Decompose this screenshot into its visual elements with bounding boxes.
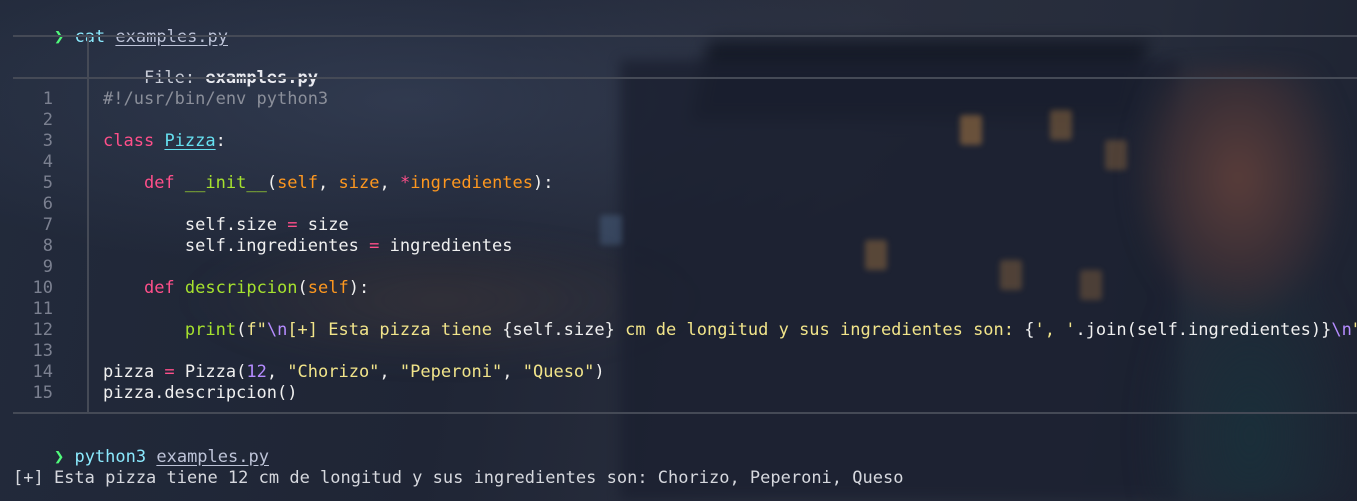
assign-operator: =	[277, 215, 308, 235]
line-number: 6	[42, 194, 53, 214]
paren: ):	[348, 278, 370, 298]
paren: (	[236, 320, 247, 340]
assign-value: size	[307, 215, 349, 235]
string-separator: ', '	[1034, 320, 1076, 340]
star-operator: *	[399, 173, 411, 193]
keyword-def: def	[143, 173, 175, 193]
param-self: self	[277, 173, 319, 193]
assign-value: ingredientes	[389, 236, 513, 256]
fstring-expr: .join(self.ingredientes)}	[1075, 320, 1332, 340]
line-number: 9	[42, 257, 53, 277]
line-number: 13	[32, 341, 53, 361]
code-line-14: pizza = Pizza(12, "Chorizo", "Peperoni",…	[103, 362, 605, 383]
assign-target: pizza	[103, 362, 155, 382]
colon: :	[215, 131, 226, 151]
code-line-3: class Pizza:	[103, 131, 226, 152]
string-literal: "Queso"	[522, 362, 595, 382]
escape-newline: \n	[266, 320, 288, 340]
line-number: 7	[42, 215, 53, 235]
line-number: 1	[42, 89, 53, 109]
line-number: 4	[42, 152, 53, 172]
frame-bottom-border	[13, 412, 1357, 414]
code-line-7: self.size = size	[103, 215, 349, 236]
function-name: __init__	[184, 173, 267, 193]
assign-operator: =	[154, 362, 185, 382]
string-part: [+] Esta pizza tiene	[287, 320, 503, 340]
sep: ,	[318, 173, 339, 193]
keyword-def: def	[143, 278, 175, 298]
prompt-line-python: ❯ python3 examples.py	[13, 426, 269, 467]
line-number: 5	[42, 173, 53, 193]
program-output: [+] Esta pizza tiene 12 cm de longitud y…	[13, 468, 904, 488]
terminal-window[interactable]: ❯ cat examples.py File: examples.py 1 2 …	[0, 0, 1357, 501]
param-self: self	[307, 278, 349, 298]
prompt-line-cat: ❯ cat examples.py	[13, 6, 228, 47]
file-path-link[interactable]: examples.py	[156, 447, 269, 467]
paren: ):	[533, 173, 554, 193]
frame-gutter-divider-header	[87, 36, 89, 77]
assign-target: self.size	[184, 215, 278, 235]
param-ingredientes: ingredientes	[410, 173, 534, 193]
line-number: 10	[32, 278, 53, 298]
file-path-link[interactable]: examples.py	[115, 27, 228, 47]
command-python3: python3	[74, 447, 147, 467]
prompt-arrow-icon: ❯	[53, 447, 65, 467]
string-part: cm de longitud y sus ingredientes son:	[614, 320, 1025, 340]
sep: ,	[266, 362, 288, 382]
command-cat: cat	[74, 27, 106, 47]
constructor-call: Pizza(	[184, 362, 247, 382]
quote: "	[256, 320, 267, 340]
line-number: 12	[32, 320, 53, 340]
builtin-print: print	[184, 320, 237, 340]
fstring-expr: {self.size}	[502, 320, 615, 340]
paren: )	[594, 362, 605, 382]
string-literal: "Peperoni"	[399, 362, 503, 382]
frame-top-border	[13, 35, 1357, 37]
code-line-1: #!/usr/bin/env python3	[103, 89, 328, 110]
sep: ,	[502, 362, 523, 382]
sep: ,	[379, 173, 400, 193]
assign-target: self.ingredientes	[184, 236, 359, 256]
code-line-15: pizza.descripcion()	[103, 383, 297, 404]
code-line-5: def __init__(self, size, *ingredientes):	[103, 173, 554, 194]
frame-header-border	[13, 77, 1357, 79]
method-call: pizza.descripcion()	[103, 383, 298, 403]
line-number: 11	[32, 299, 53, 319]
code-line-8: self.ingredientes = ingredientes	[103, 236, 513, 257]
line-number: 3	[42, 131, 53, 151]
string-literal: "Chorizo"	[287, 362, 380, 382]
fstring-prefix: f	[246, 320, 257, 340]
class-name: Pizza	[164, 131, 216, 151]
paren: (	[266, 173, 278, 193]
shebang-comment: #!/usr/bin/env python3	[103, 89, 329, 109]
frame-gutter-divider	[87, 78, 89, 412]
number-literal: 12	[246, 362, 267, 382]
function-name: descripcion	[184, 278, 298, 298]
keyword-class: class	[103, 131, 155, 151]
param-size: size	[338, 173, 380, 193]
fstring-brace: {	[1024, 320, 1035, 340]
quote: "	[1352, 320, 1357, 340]
line-number: 15	[32, 383, 53, 403]
sep: ,	[379, 362, 400, 382]
file-header: File: examples.py	[103, 47, 318, 88]
prompt-arrow-icon: ❯	[53, 27, 65, 47]
assign-operator: =	[358, 236, 390, 256]
code-line-10: def descripcion(self):	[103, 278, 369, 299]
line-number: 14	[32, 362, 53, 382]
escape-newline: \n	[1331, 320, 1352, 340]
line-number: 2	[42, 110, 53, 130]
line-number: 8	[42, 236, 53, 256]
code-line-12: print(f"\n[+] Esta pizza tiene {self.siz…	[103, 320, 1357, 341]
paren: (	[297, 278, 308, 298]
